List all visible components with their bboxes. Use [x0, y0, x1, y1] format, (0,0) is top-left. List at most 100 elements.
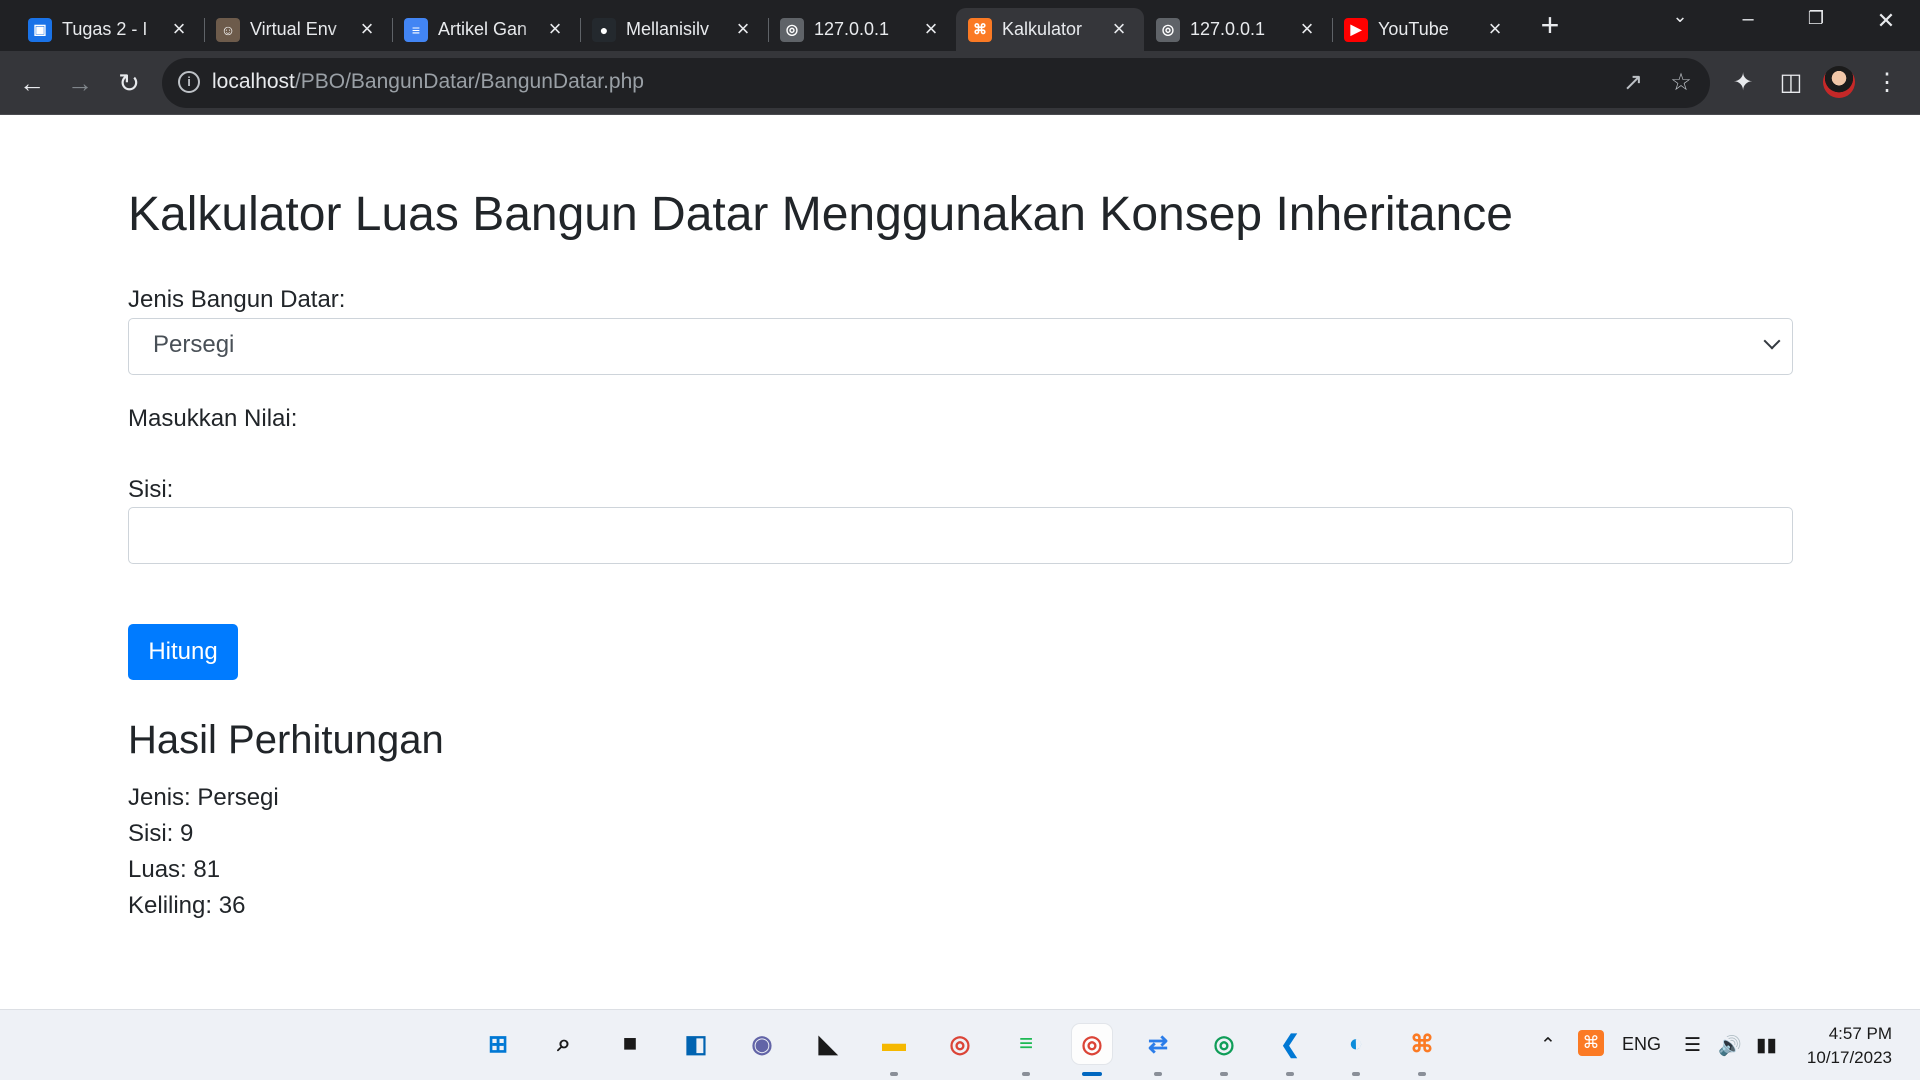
- chrome-profile-p-icon[interactable]: ◎: [1204, 1024, 1244, 1064]
- forward-button[interactable]: →: [64, 67, 96, 99]
- running-indicator: [890, 1072, 898, 1076]
- file-explorer-icon[interactable]: ▬: [874, 1024, 914, 1064]
- browser-tab[interactable]: ◎ 127.0.0.1 ×: [1144, 8, 1332, 51]
- extensions-icon[interactable]: ✦: [1728, 68, 1758, 98]
- xampp-icon: ⌘: [968, 17, 992, 42]
- browser-tab[interactable]: ☺ Virtual Env ×: [204, 8, 392, 51]
- result-luas: Luas: 81: [128, 856, 221, 883]
- close-tab-icon[interactable]: ×: [1108, 18, 1130, 40]
- google-docs-icon: ≡: [404, 17, 428, 42]
- tab-search-icon[interactable]: ⌄: [1660, 6, 1700, 27]
- close-tab-icon[interactable]: ×: [732, 18, 754, 40]
- back-button[interactable]: ←: [16, 67, 48, 99]
- browser-tab[interactable]: ◎ 127.0.0.1 ×: [768, 8, 956, 51]
- windows-start-icon[interactable]: ⊞: [478, 1024, 518, 1064]
- shape-select[interactable]: Persegi: [128, 318, 1793, 375]
- wifi-icon[interactable]: ☰: [1684, 1034, 1701, 1057]
- youtube-icon: ▶: [1344, 17, 1368, 42]
- close-tab-icon[interactable]: ×: [168, 18, 190, 40]
- result-heading: Hasil Perhitungan: [128, 718, 444, 762]
- side-label: Sisi:: [128, 476, 174, 503]
- values-label: Masukkan Nilai:: [128, 405, 298, 432]
- tab-separator: [768, 18, 769, 42]
- address-bar[interactable]: i localhost/PBO/BangunDatar/BangunDatar.…: [162, 58, 1710, 108]
- system-clock[interactable]: 4:57 PM 10/17/2023: [1807, 1022, 1892, 1070]
- tab-separator: [580, 18, 581, 42]
- edge-icon[interactable]: ◐: [1336, 1024, 1376, 1064]
- tab-title: Artikel Gan: [438, 19, 528, 39]
- spotify-icon[interactable]: ≡: [1006, 1024, 1046, 1064]
- reload-button[interactable]: ↻: [113, 67, 145, 99]
- browser-tab[interactable]: ≡ Artikel Gan ×: [392, 8, 580, 51]
- shape-select-value: Persegi: [153, 331, 235, 358]
- globe-icon: ◎: [780, 17, 804, 42]
- tab-separator: [392, 18, 393, 42]
- running-indicator: [1082, 1072, 1102, 1076]
- browser-tab[interactable]: ▶ YouTube ×: [1332, 8, 1520, 51]
- browser-tab[interactable]: ⌘ Kalkulator ×: [956, 8, 1144, 51]
- running-indicator: [1286, 1072, 1294, 1076]
- hitung-button[interactable]: Hitung: [128, 624, 238, 680]
- share-icon[interactable]: ↗: [1618, 68, 1648, 98]
- browser-toolbar: ← → ↻ i localhost/PBO/BangunDatar/Bangun…: [0, 51, 1920, 115]
- close-window-button[interactable]: ✕: [1866, 8, 1906, 34]
- result-keliling: Keliling: 36: [128, 892, 246, 919]
- tab-separator: [1332, 18, 1333, 42]
- avatar-icon: ☺: [216, 17, 240, 42]
- url-text[interactable]: localhost/PBO/BangunDatar/BangunDatar.ph…: [212, 70, 644, 94]
- web-page: Kalkulator Luas Bangun Datar Menggunakan…: [0, 116, 1920, 1009]
- close-tab-icon[interactable]: ×: [1484, 18, 1506, 40]
- tab-separator: [204, 18, 205, 42]
- xampp-tray-icon[interactable]: ⌘: [1578, 1030, 1604, 1056]
- globe-icon: ◎: [1156, 17, 1180, 42]
- restore-button[interactable]: ❐: [1796, 8, 1836, 29]
- browser-tab[interactable]: ▣ Tugas 2 - I ×: [16, 8, 204, 51]
- running-indicator: [1154, 1072, 1162, 1076]
- side-panel-icon[interactable]: ◫: [1776, 68, 1806, 98]
- close-tab-icon[interactable]: ×: [356, 18, 378, 40]
- app-d-icon[interactable]: ⇄: [1138, 1024, 1178, 1064]
- result-sisi: Sisi: 9: [128, 820, 194, 847]
- url-path: /PBO/BangunDatar/BangunDatar.php: [294, 70, 644, 93]
- sticky-notes-icon[interactable]: ◣: [808, 1024, 848, 1064]
- result-jenis: Jenis: Persegi: [128, 784, 279, 811]
- profile-avatar[interactable]: [1823, 66, 1855, 98]
- task-view-icon[interactable]: ■: [610, 1024, 650, 1064]
- site-info-icon[interactable]: i: [178, 71, 200, 93]
- tab-title: Kalkulator: [1002, 19, 1083, 39]
- tab-title: YouTube: [1378, 19, 1449, 39]
- minimize-button[interactable]: –: [1728, 8, 1768, 31]
- close-tab-icon[interactable]: ×: [920, 18, 942, 40]
- page-title: Kalkulator Luas Bangun Datar Menggunakan…: [128, 188, 1513, 241]
- running-indicator: [1352, 1072, 1360, 1076]
- browser-tab[interactable]: ● Mellanisilv ×: [580, 8, 768, 51]
- tab-title: Tugas 2 - I: [62, 19, 148, 39]
- clock-date: 10/17/2023: [1806, 1048, 1892, 1067]
- clock-time: 4:57 PM: [1828, 1024, 1892, 1043]
- side-input[interactable]: [128, 507, 1793, 564]
- url-host: localhost: [212, 70, 295, 93]
- language-indicator[interactable]: ENG: [1622, 1034, 1661, 1055]
- tab-title: Mellanisilv: [626, 19, 710, 39]
- menu-icon[interactable]: ⋮: [1872, 68, 1902, 98]
- widgets-icon[interactable]: ◧: [676, 1024, 716, 1064]
- volume-icon[interactable]: 🔊: [1718, 1034, 1742, 1058]
- tab-title: 127.0.0.1: [814, 19, 890, 39]
- battery-icon[interactable]: ▮▮: [1756, 1034, 1777, 1057]
- bookmark-star-icon[interactable]: ☆: [1666, 68, 1696, 98]
- chrome-icon[interactable]: ◎: [940, 1024, 980, 1064]
- close-tab-icon[interactable]: ×: [544, 18, 566, 40]
- teams-chat-icon[interactable]: ◉: [742, 1024, 782, 1064]
- search-icon[interactable]: ⌕: [544, 1024, 584, 1064]
- chrome-profile-icon[interactable]: ◎: [1072, 1024, 1112, 1064]
- tab-title: 127.0.0.1: [1190, 19, 1266, 39]
- xampp-icon[interactable]: ⌘: [1402, 1024, 1442, 1064]
- browser-tab-strip: ▣ Tugas 2 - I × ☺ Virtual Env × ≡ Artikel Gan × ●…: [0, 0, 1920, 51]
- running-indicator: [1022, 1072, 1030, 1076]
- chevron-down-icon: [1763, 332, 1781, 350]
- vscode-icon[interactable]: ❮: [1270, 1024, 1310, 1064]
- show-hidden-icons-button[interactable]: ⌃: [1540, 1034, 1556, 1057]
- new-tab-button[interactable]: +: [1535, 9, 1565, 41]
- running-indicator: [1220, 1072, 1228, 1076]
- close-tab-icon[interactable]: ×: [1296, 18, 1318, 40]
